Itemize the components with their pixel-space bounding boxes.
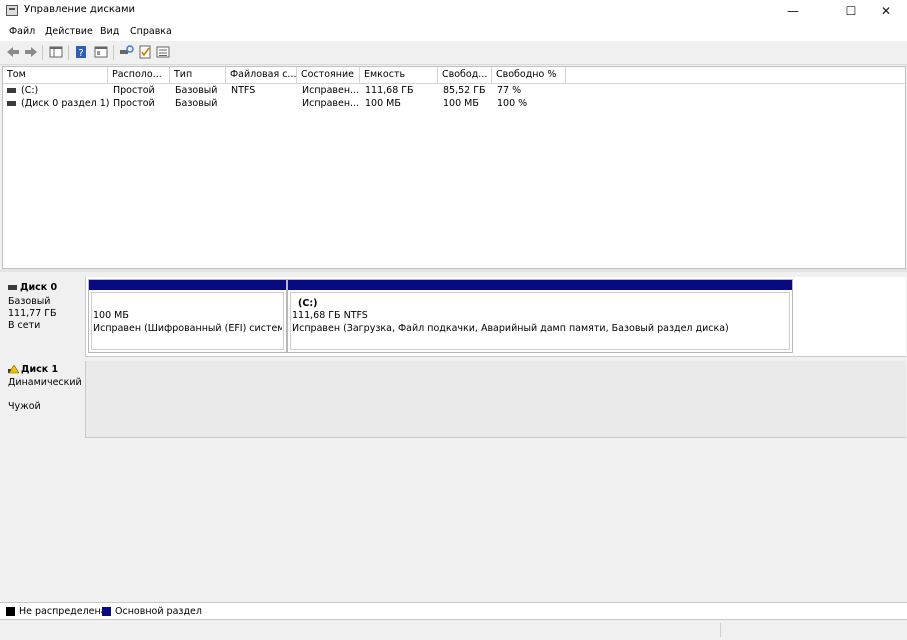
window-title: Управление дисками <box>24 4 136 15</box>
disk-0-info[interactable]: Диск 0 Базовый 111,77 ГБ В сети <box>2 277 86 357</box>
legend-bar: Не распределена Основной раздел <box>0 602 907 620</box>
console-tree-icon[interactable] <box>48 44 64 60</box>
disk-0-row: Диск 0 Базовый 111,77 ГБ В сети 100 МБ И… <box>2 277 906 357</box>
partition-color-bar <box>288 280 792 290</box>
cell-filesystem: NTFS <box>231 85 256 96</box>
column-header-volume[interactable]: Том <box>3 67 108 83</box>
status-bar <box>0 620 907 640</box>
volume-list: Том Располо... Тип Файловая с... Состоян… <box>2 66 906 269</box>
menu-file[interactable]: Файл <box>9 26 35 37</box>
menu-help[interactable]: Справка <box>130 26 172 37</box>
disk-1-name: Диск 1 <box>8 364 58 375</box>
toolbar-separator <box>68 45 69 60</box>
toolbar-separator <box>42 45 43 60</box>
cell-free-percent: 100 % <box>497 98 528 109</box>
disk-1-row: Диск 1 Динамический Чужой <box>2 361 906 438</box>
list-view-icon[interactable] <box>155 44 171 60</box>
partition-size: 111,68 ГБ NTFS <box>292 310 368 321</box>
svg-text:?: ? <box>78 48 83 59</box>
column-header-status[interactable]: Состояние <box>297 67 360 83</box>
toolbar-separator <box>113 45 114 60</box>
properties-icon[interactable] <box>93 44 109 60</box>
legend-label-unallocated: Не распределена <box>19 606 107 617</box>
disk-0-kind: Базовый <box>8 296 51 307</box>
disk-management-app-icon <box>6 5 18 16</box>
cell-status: Исправен... <box>302 98 360 109</box>
column-header-type[interactable]: Тип <box>170 67 226 83</box>
legend-label-primary: Основной раздел <box>115 606 202 617</box>
disk-icon <box>8 285 17 290</box>
menu-view[interactable]: Вид <box>100 26 119 37</box>
help-icon[interactable]: ? <box>73 44 89 60</box>
column-header-filesystem[interactable]: Файловая с... <box>226 67 297 83</box>
cell-volume: (Диск 0 раздел 1) <box>21 98 110 109</box>
forward-icon[interactable] <box>23 44 39 60</box>
rescan-icon[interactable] <box>118 44 134 60</box>
cell-free: 100 МБ <box>443 98 479 109</box>
cell-layout: Простой <box>113 85 155 96</box>
cell-volume: (C:) <box>21 85 39 96</box>
table-row[interactable]: (Диск 0 раздел 1) Простой Базовый Исправ… <box>3 97 905 110</box>
cell-free: 85,52 ГБ <box>443 85 486 96</box>
menu-action[interactable]: Действие <box>45 26 93 37</box>
title-bar: Управление дисками — ☐ ✕ <box>0 0 907 22</box>
disk-0-size: 111,77 ГБ <box>8 308 57 319</box>
cell-status: Исправен... <box>302 85 360 96</box>
cell-capacity: 100 МБ <box>365 98 401 109</box>
cell-free-percent: 77 % <box>497 85 522 96</box>
back-icon[interactable] <box>5 44 21 60</box>
partition-inner <box>91 292 284 350</box>
column-header-layout[interactable]: Располо... <box>108 67 170 83</box>
table-row[interactable]: (C:) Простой Базовый NTFS Исправен... 11… <box>3 84 905 97</box>
volume-icon <box>7 88 16 93</box>
partition-size: 100 МБ <box>93 310 129 321</box>
disk-1-info[interactable]: Диск 1 Динамический Чужой <box>2 361 86 438</box>
column-header-capacity[interactable]: Емкость <box>360 67 438 83</box>
menu-bar: Файл Действие Вид Справка <box>0 22 907 41</box>
cell-type: Базовый <box>175 85 218 96</box>
partition-inner <box>290 292 790 350</box>
disk-0-state: В сети <box>8 320 41 331</box>
disk-1-state: Чужой <box>8 401 41 412</box>
cell-capacity: 111,68 ГБ <box>365 85 414 96</box>
legend-swatch-unallocated <box>6 607 15 616</box>
volume-icon <box>7 101 16 106</box>
partition-status: Исправен (Загрузка, Файл подкачки, Авари… <box>292 323 729 334</box>
partition-status: Исправен (Шифрованный (EFI) системны <box>93 323 282 334</box>
status-bar-divider <box>720 623 721 637</box>
disk-0-name: Диск 0 <box>8 282 57 293</box>
cell-type: Базовый <box>175 98 218 109</box>
partition-c[interactable]: (C:) 111,68 ГБ NTFS Исправен (Загрузка, … <box>287 279 793 353</box>
cell-layout: Простой <box>113 98 155 109</box>
partition-efi[interactable]: 100 МБ Исправен (Шифрованный (EFI) систе… <box>88 279 287 353</box>
column-header-free[interactable]: Свобод... <box>438 67 492 83</box>
toolbar: ? <box>0 41 907 65</box>
close-button[interactable]: ✕ <box>863 0 907 22</box>
partition-label: (C:) <box>298 298 318 309</box>
warning-disk-icon <box>8 365 19 374</box>
column-header-free-percent[interactable]: Свободно % <box>492 67 566 83</box>
disk-1-kind: Динамический <box>8 377 82 388</box>
check-icon[interactable] <box>137 44 153 60</box>
minimize-button[interactable]: — <box>770 0 816 22</box>
legend-swatch-primary <box>102 607 111 616</box>
column-header-row: Том Располо... Тип Файловая с... Состоян… <box>3 67 905 84</box>
partition-color-bar <box>89 280 286 290</box>
